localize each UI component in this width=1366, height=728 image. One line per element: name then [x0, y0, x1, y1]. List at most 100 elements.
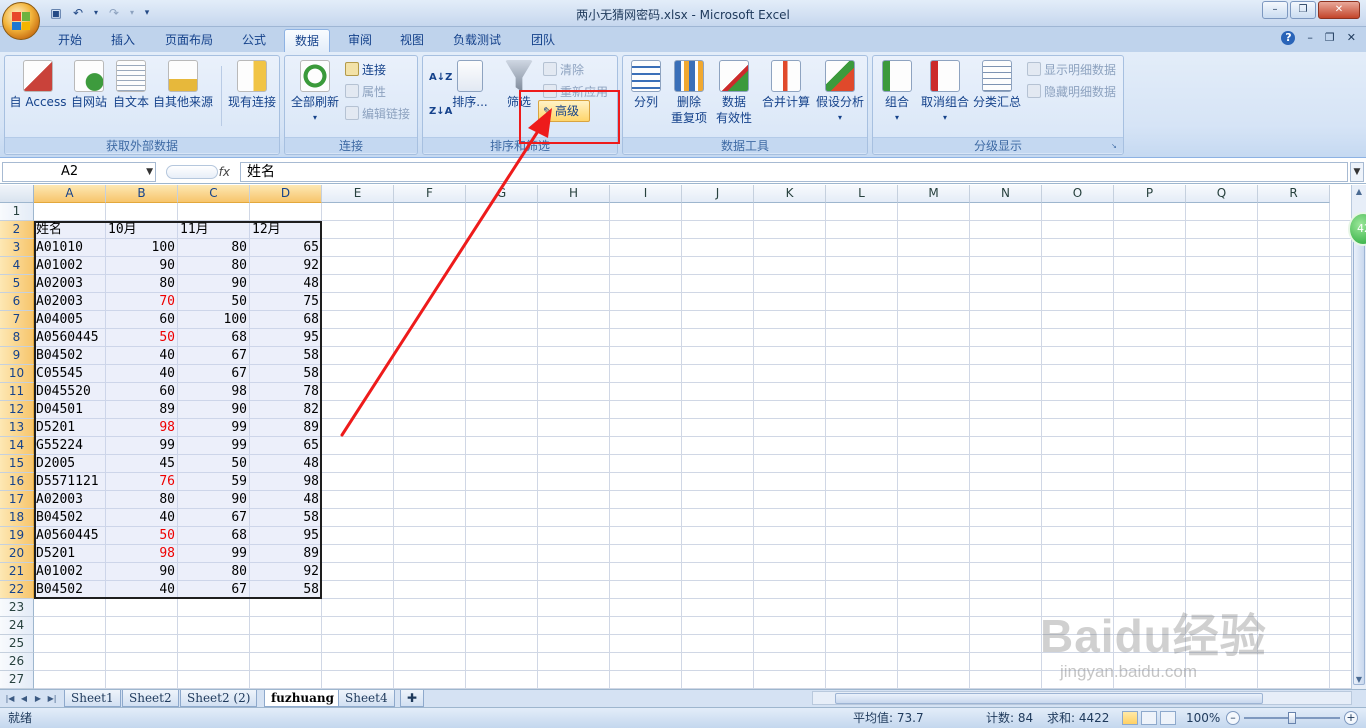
- cell[interactable]: 11月: [178, 221, 250, 239]
- cell[interactable]: A04005: [34, 311, 106, 329]
- cell[interactable]: D04501: [34, 401, 106, 419]
- cell[interactable]: 75: [250, 293, 322, 311]
- insert-function-button[interactable]: fx: [160, 162, 236, 182]
- cell[interactable]: 98: [250, 473, 322, 491]
- cell[interactable]: 100: [106, 239, 178, 257]
- cell[interactable]: 70: [106, 293, 178, 311]
- cell[interactable]: 80: [106, 275, 178, 293]
- column-header-d[interactable]: D: [250, 185, 322, 203]
- cell[interactable]: 98: [106, 419, 178, 437]
- row-header-13[interactable]: 13: [0, 419, 34, 437]
- cell[interactable]: 50: [106, 329, 178, 347]
- cell[interactable]: A02003: [34, 491, 106, 509]
- cell[interactable]: 80: [178, 239, 250, 257]
- column-header-m[interactable]: M: [898, 185, 970, 203]
- cell[interactable]: 90: [178, 491, 250, 509]
- zoom-in-icon[interactable]: +: [1344, 711, 1358, 725]
- column-header-l[interactable]: L: [826, 185, 898, 203]
- last-sheet-icon[interactable]: ▶|: [46, 692, 58, 706]
- column-header-e[interactable]: E: [322, 185, 394, 203]
- row-header-15[interactable]: 15: [0, 455, 34, 473]
- row-header-25[interactable]: 25: [0, 635, 34, 653]
- cell[interactable]: 80: [106, 491, 178, 509]
- column-header-q[interactable]: Q: [1186, 185, 1258, 203]
- cell[interactable]: 50: [178, 293, 250, 311]
- cell[interactable]: 40: [106, 509, 178, 527]
- cell[interactable]: 67: [178, 581, 250, 599]
- cell[interactable]: 67: [178, 347, 250, 365]
- remove-duplicates-button[interactable]: 删除 重复项: [669, 60, 709, 126]
- show-detail-button[interactable]: 显示明细数据: [1027, 60, 1116, 80]
- cell[interactable]: 65: [250, 239, 322, 257]
- workbook-restore-icon[interactable]: ❐: [1325, 31, 1335, 45]
- cell[interactable]: D2005: [34, 455, 106, 473]
- first-sheet-icon[interactable]: |◀: [4, 692, 16, 706]
- row-header-3[interactable]: 3: [0, 239, 34, 257]
- consolidate-button[interactable]: 合并计算: [759, 60, 813, 110]
- cell[interactable]: 65: [250, 437, 322, 455]
- cell[interactable]: A0560445: [34, 527, 106, 545]
- cell[interactable]: 90: [106, 563, 178, 581]
- cell[interactable]: 12月: [250, 221, 322, 239]
- tab-page-layout[interactable]: 页面布局: [155, 29, 223, 52]
- tab-team[interactable]: 团队: [521, 29, 565, 52]
- cell[interactable]: 82: [250, 401, 322, 419]
- cell[interactable]: 98: [178, 383, 250, 401]
- connections-button[interactable]: 连接: [345, 60, 386, 80]
- column-header-f[interactable]: F: [394, 185, 466, 203]
- vertical-scrollbar[interactable]: ▲ ▼: [1351, 185, 1366, 689]
- prev-sheet-icon[interactable]: ◀: [18, 692, 30, 706]
- row-header-8[interactable]: 8: [0, 329, 34, 347]
- tab-view[interactable]: 视图: [390, 29, 434, 52]
- tab-home[interactable]: 开始: [48, 29, 92, 52]
- cell[interactable]: 40: [106, 581, 178, 599]
- outline-dialog-launcher-icon[interactable]: ↘: [1111, 142, 1120, 151]
- expand-formula-bar-icon[interactable]: ▼: [1350, 162, 1364, 182]
- from-web-button[interactable]: 自网站: [68, 60, 110, 110]
- cell[interactable]: 68: [178, 329, 250, 347]
- cell[interactable]: A01002: [34, 257, 106, 275]
- cell[interactable]: 100: [178, 311, 250, 329]
- horizontal-scrollbar[interactable]: [812, 691, 1352, 705]
- column-header-i[interactable]: I: [610, 185, 682, 203]
- cell[interactable]: 99: [106, 437, 178, 455]
- horizontal-scroll-thumb[interactable]: [835, 693, 1263, 704]
- row-header-14[interactable]: 14: [0, 437, 34, 455]
- cell[interactable]: 姓名: [34, 221, 106, 239]
- column-header-n[interactable]: N: [970, 185, 1042, 203]
- row-header-5[interactable]: 5: [0, 275, 34, 293]
- cell[interactable]: 98: [106, 545, 178, 563]
- zoom-slider-knob[interactable]: [1288, 712, 1296, 724]
- from-text-button[interactable]: 自文本: [110, 60, 152, 110]
- cell[interactable]: B04502: [34, 581, 106, 599]
- page-layout-view-button[interactable]: [1141, 711, 1157, 725]
- cell[interactable]: C05545: [34, 365, 106, 383]
- row-header-16[interactable]: 16: [0, 473, 34, 491]
- cell[interactable]: A01010: [34, 239, 106, 257]
- sheet-tab-sheet4[interactable]: Sheet4: [338, 690, 395, 707]
- name-box[interactable]: A2 ▼: [2, 162, 156, 182]
- cell[interactable]: A02003: [34, 275, 106, 293]
- cell[interactable]: 80: [178, 257, 250, 275]
- cell[interactable]: B04502: [34, 509, 106, 527]
- cell[interactable]: 89: [250, 545, 322, 563]
- cell[interactable]: A02003: [34, 293, 106, 311]
- row-header-9[interactable]: 9: [0, 347, 34, 365]
- cell[interactable]: D5201: [34, 545, 106, 563]
- row-header-20[interactable]: 20: [0, 545, 34, 563]
- cell[interactable]: 90: [178, 275, 250, 293]
- cell[interactable]: 45: [106, 455, 178, 473]
- cell[interactable]: 92: [250, 563, 322, 581]
- cell[interactable]: 48: [250, 455, 322, 473]
- select-all-corner[interactable]: [0, 185, 34, 203]
- cell[interactable]: D045520: [34, 383, 106, 401]
- column-header-o[interactable]: O: [1042, 185, 1114, 203]
- cell[interactable]: 78: [250, 383, 322, 401]
- cell[interactable]: 92: [250, 257, 322, 275]
- refresh-all-button[interactable]: 全部刷新 ▾: [287, 60, 343, 126]
- workbook-minimize-icon[interactable]: –: [1307, 31, 1313, 45]
- cell[interactable]: 90: [106, 257, 178, 275]
- cell[interactable]: B04502: [34, 347, 106, 365]
- row-header-4[interactable]: 4: [0, 257, 34, 275]
- scroll-down-icon[interactable]: ▼: [1352, 673, 1366, 687]
